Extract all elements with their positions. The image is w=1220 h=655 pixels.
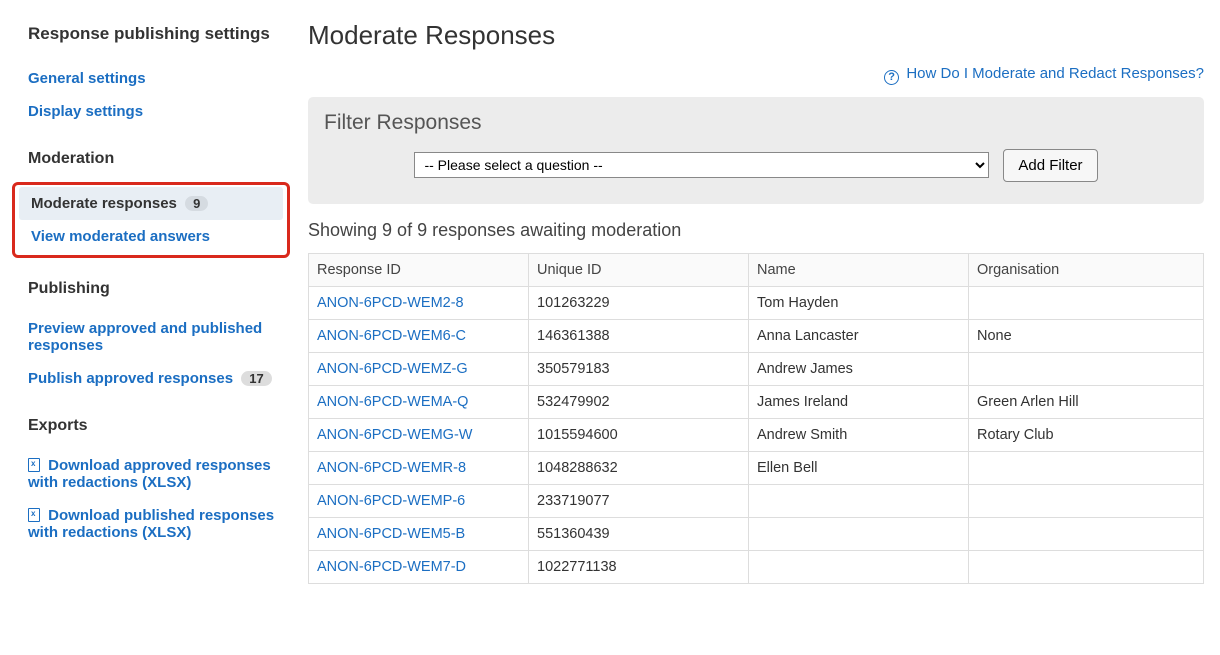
col-header-unique-id: Unique ID [529, 254, 749, 287]
table-row: ANON-6PCD-WEMR-8 1048288632Ellen Bell [309, 452, 1204, 485]
table-row: ANON-6PCD-WEM5-B 551360439 [309, 518, 1204, 551]
filter-question-select[interactable]: -- Please select a question -- [414, 152, 989, 178]
cell-name: Andrew Smith [749, 419, 969, 452]
main-content: Moderate Responses ? How Do I Moderate a… [296, 0, 1220, 655]
table-row: ANON-6PCD-WEMZ-G 350579183Andrew James [309, 353, 1204, 386]
col-header-response-id: Response ID [309, 254, 529, 287]
response-id-link[interactable]: ANON-6PCD-WEMG-W [317, 427, 472, 443]
cell-organisation [969, 452, 1204, 485]
sidebar-item-label: Download approved responses with redacti… [28, 457, 271, 491]
sidebar-item-label: Moderate responses [31, 195, 177, 212]
sidebar-link-general-settings[interactable]: General settings [16, 62, 296, 95]
sidebar-link-preview-approved[interactable]: Preview approved and published responses [16, 312, 296, 362]
response-id-link[interactable]: ANON-6PCD-WEM2-8 [317, 295, 464, 311]
sidebar-link-publish-approved[interactable]: Publish approved responses 17 [16, 362, 296, 395]
cell-response-id: ANON-6PCD-WEM5-B [309, 518, 529, 551]
cell-name: Ellen Bell [749, 452, 969, 485]
cell-name [749, 485, 969, 518]
sidebar-item-label: Publish approved responses [28, 370, 233, 387]
table-header-row: Response ID Unique ID Name Organisation [309, 254, 1204, 287]
add-filter-button[interactable]: Add Filter [1003, 149, 1097, 182]
cell-response-id: ANON-6PCD-WEMG-W [309, 419, 529, 452]
response-id-link[interactable]: ANON-6PCD-WEM5-B [317, 526, 465, 542]
cell-organisation [969, 485, 1204, 518]
response-id-link[interactable]: ANON-6PCD-WEM6-C [317, 328, 466, 344]
cell-unique-id: 146361388 [529, 320, 749, 353]
sidebar-link-display-settings[interactable]: Display settings [16, 95, 296, 128]
filter-panel: Filter Responses -- Please select a ques… [308, 97, 1204, 204]
cell-name: Tom Hayden [749, 287, 969, 320]
badge-publish-count: 17 [241, 371, 271, 386]
cell-unique-id: 1022771138 [529, 551, 749, 584]
badge-moderate-count: 9 [185, 196, 208, 211]
cell-response-id: ANON-6PCD-WEM6-C [309, 320, 529, 353]
showing-count-text: Showing 9 of 9 responses awaiting modera… [308, 220, 1204, 241]
filter-row: -- Please select a question -- Add Filte… [324, 149, 1188, 182]
cell-unique-id: 350579183 [529, 353, 749, 386]
cell-unique-id: 101263229 [529, 287, 749, 320]
table-row: ANON-6PCD-WEMP-6 233719077 [309, 485, 1204, 518]
cell-name [749, 551, 969, 584]
response-id-link[interactable]: ANON-6PCD-WEMA-Q [317, 394, 468, 410]
sidebar-link-download-published-xlsx[interactable]: Download published responses with redact… [16, 499, 296, 549]
cell-response-id: ANON-6PCD-WEMR-8 [309, 452, 529, 485]
filter-panel-title: Filter Responses [324, 111, 1188, 135]
cell-organisation: None [969, 320, 1204, 353]
table-row: ANON-6PCD-WEM6-C 146361388Anna LancasterN… [309, 320, 1204, 353]
cell-unique-id: 1048288632 [529, 452, 749, 485]
cell-response-id: ANON-6PCD-WEMP-6 [309, 485, 529, 518]
file-xlsx-icon [28, 508, 40, 522]
table-row: ANON-6PCD-WEMG-W 1015594600Andrew SmithRo… [309, 419, 1204, 452]
sidebar-link-view-moderated-answers[interactable]: View moderated answers [19, 220, 283, 253]
cell-response-id: ANON-6PCD-WEM2-8 [309, 287, 529, 320]
sidebar-item-moderate-responses[interactable]: Moderate responses 9 [19, 187, 283, 220]
file-xlsx-icon [28, 458, 40, 472]
cell-organisation [969, 287, 1204, 320]
cell-name [749, 518, 969, 551]
sidebar: Response publishing settings General set… [0, 0, 296, 655]
response-id-link[interactable]: ANON-6PCD-WEMR-8 [317, 460, 466, 476]
cell-organisation: Rotary Club [969, 419, 1204, 452]
table-row: ANON-6PCD-WEM7-D 1022771138 [309, 551, 1204, 584]
sidebar-section-exports-title: Exports [16, 417, 296, 435]
moderation-highlight-box: Moderate responses 9 View moderated answ… [12, 182, 290, 258]
help-link-text: How Do I Moderate and Redact Responses? [906, 65, 1204, 82]
cell-unique-id: 233719077 [529, 485, 749, 518]
cell-unique-id: 532479902 [529, 386, 749, 419]
cell-organisation [969, 353, 1204, 386]
help-row: ? How Do I Moderate and Redact Responses… [308, 65, 1204, 85]
cell-name: Anna Lancaster [749, 320, 969, 353]
responses-table: Response ID Unique ID Name Organisation … [308, 253, 1204, 584]
cell-name: Andrew James [749, 353, 969, 386]
cell-organisation [969, 551, 1204, 584]
help-link-moderate-redact[interactable]: ? How Do I Moderate and Redact Responses… [884, 65, 1204, 82]
help-icon: ? [884, 70, 899, 85]
cell-response-id: ANON-6PCD-WEMZ-G [309, 353, 529, 386]
sidebar-link-download-approved-xlsx[interactable]: Download approved responses with redacti… [16, 449, 296, 499]
response-id-link[interactable]: ANON-6PCD-WEMZ-G [317, 361, 468, 377]
cell-organisation [969, 518, 1204, 551]
response-id-link[interactable]: ANON-6PCD-WEMP-6 [317, 493, 465, 509]
cell-response-id: ANON-6PCD-WEMA-Q [309, 386, 529, 419]
cell-response-id: ANON-6PCD-WEM7-D [309, 551, 529, 584]
sidebar-section-publishing-title: Publishing [16, 280, 296, 298]
col-header-name: Name [749, 254, 969, 287]
cell-unique-id: 1015594600 [529, 419, 749, 452]
col-header-organisation: Organisation [969, 254, 1204, 287]
cell-organisation: Green Arlen Hill [969, 386, 1204, 419]
cell-name: James Ireland [749, 386, 969, 419]
sidebar-section-settings-title: Response publishing settings [16, 24, 296, 44]
page-title: Moderate Responses [308, 20, 1204, 51]
response-id-link[interactable]: ANON-6PCD-WEM7-D [317, 559, 466, 575]
cell-unique-id: 551360439 [529, 518, 749, 551]
sidebar-section-moderation-title: Moderation [16, 150, 296, 168]
table-row: ANON-6PCD-WEM2-8 101263229Tom Hayden [309, 287, 1204, 320]
sidebar-item-label: Download published responses with redact… [28, 507, 274, 541]
table-row: ANON-6PCD-WEMA-Q 532479902James IrelandGr… [309, 386, 1204, 419]
